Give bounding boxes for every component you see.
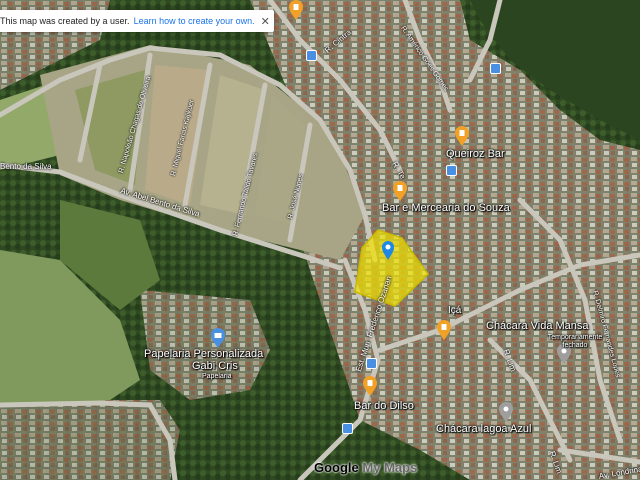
map-pin-icon[interactable] [498, 402, 514, 422]
beer-glass-icon[interactable] [436, 320, 452, 340]
satellite-map[interactable]: This map was created by a user. Learn ho… [0, 0, 640, 480]
chacara-status: Temporariamente fechado [547, 334, 603, 349]
google-wordmark: Google [314, 460, 359, 475]
place-bar-dilso[interactable]: Bar do Dilso [354, 400, 414, 412]
beer-glass-icon[interactable] [454, 126, 470, 146]
bus-stop-icon[interactable] [306, 50, 317, 61]
bus-stop-icon[interactable] [490, 63, 501, 74]
satellite-imagery [0, 0, 640, 480]
shopping-bag-icon[interactable] [210, 328, 226, 348]
place-bar-souza[interactable]: Bar e Mercearia do Souza [382, 202, 510, 214]
my-maps-wordmark: My Maps [358, 460, 418, 475]
place-queiroz-bar[interactable]: Queiroz Bar [446, 148, 505, 160]
place-papelaria-category: Papelaria [202, 373, 232, 380]
map-pin-icon[interactable] [381, 240, 395, 260]
place-ica[interactable]: Içá [448, 306, 461, 316]
notice-text: This map was created by a user. [0, 16, 130, 26]
beer-glass-icon[interactable] [362, 376, 378, 396]
learn-more-link[interactable]: Learn how to create your own. [134, 16, 255, 26]
street-bento-silva: Bento da Silva [0, 162, 52, 171]
bus-stop-icon[interactable] [446, 165, 457, 176]
place-chacara-lagoa-azul[interactable]: Chácara lagoa Azul [436, 423, 531, 435]
bus-stop-icon[interactable] [366, 358, 377, 369]
close-icon[interactable]: ✕ [261, 15, 270, 28]
user-map-notice: This map was created by a user. Learn ho… [0, 10, 274, 32]
place-chacara-vida-mansa[interactable]: Chácara Vida Mansa [486, 320, 589, 332]
bus-stop-icon[interactable] [342, 423, 353, 434]
google-my-maps-logo: Google My Maps [314, 460, 417, 475]
place-papelaria-line2[interactable]: Gabi Cris [192, 360, 238, 372]
beer-glass-icon[interactable] [288, 0, 304, 20]
place-papelaria-line1[interactable]: Papelaria Personalizada [144, 348, 263, 360]
beer-glass-icon[interactable] [392, 181, 408, 201]
